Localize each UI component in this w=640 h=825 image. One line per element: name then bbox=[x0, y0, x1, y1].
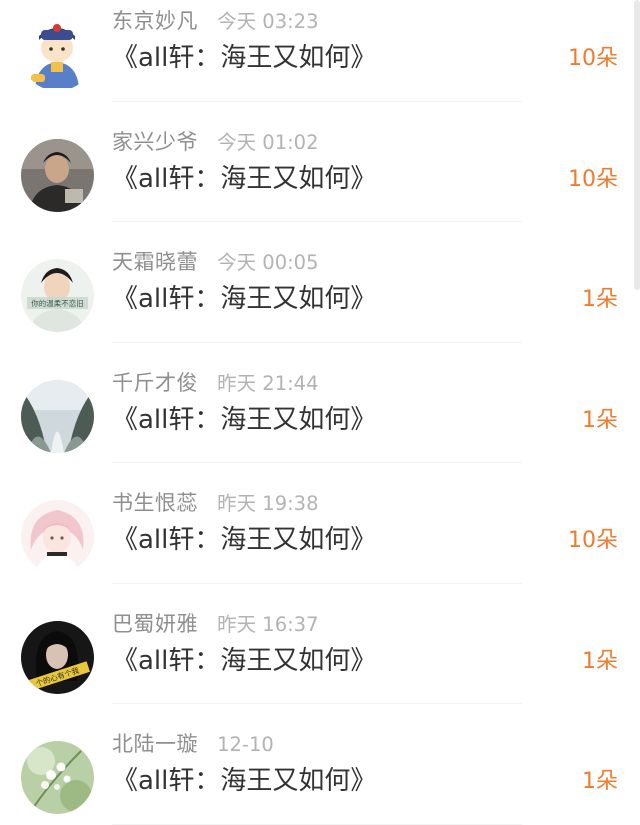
list-item[interactable]: 个的心有个我 巴蜀妍雅 昨天 16:37 《all轩：海王又如何》 1朵 bbox=[0, 584, 640, 704]
book-title[interactable]: 《all轩：海王又如何》 bbox=[112, 641, 376, 681]
flower-count: 1朵 bbox=[582, 769, 618, 794]
item-meta: 东京妙凡 今天 03:23 bbox=[112, 5, 319, 37]
book-title[interactable]: 《all轩：海王又如何》 bbox=[112, 38, 376, 78]
flower-count: 1朵 bbox=[582, 407, 618, 433]
list-item[interactable]: 北陆一璇 12-10 《all轩：海王又如何》 1朵 bbox=[0, 704, 640, 825]
book-title[interactable]: 《all轩：海王又如何》 bbox=[112, 761, 376, 801]
portrait-with-caption-avatar-icon[interactable]: 你的温柔不恋旧 bbox=[21, 259, 94, 332]
white-flowers-avatar-icon[interactable] bbox=[21, 741, 94, 814]
list-item[interactable]: 东京妙凡 今天 03:23 《all轩：海王又如何》 10朵 bbox=[0, 0, 640, 102]
book-title[interactable]: 《all轩：海王又如何》 bbox=[112, 159, 376, 199]
flower-count: 1朵 bbox=[582, 287, 618, 312]
item-meta: 巴蜀妍雅 昨天 16:37 bbox=[112, 608, 319, 640]
list-item[interactable]: 家兴少爷 今天 01:02 《all轩：海王又如何》 10朵 bbox=[0, 102, 640, 222]
user-name[interactable]: 北陆一璇 bbox=[112, 732, 198, 756]
gift-list: 东京妙凡 今天 03:23 《all轩：海王又如何》 10朵 家兴少爷 今天 0… bbox=[0, 0, 640, 825]
timestamp: 12-10 bbox=[217, 733, 274, 756]
dark-portrait-avatar-icon[interactable]: 个的心有个我 bbox=[21, 620, 94, 694]
avatar-caption: 你的温柔不恋旧 bbox=[31, 298, 84, 308]
book-title[interactable]: 《all轩：海王又如何》 bbox=[112, 279, 376, 319]
portrait-photo-avatar-icon[interactable] bbox=[21, 138, 94, 212]
flower-count: 10朵 bbox=[568, 46, 618, 71]
timestamp: 今天 01:02 bbox=[217, 130, 319, 154]
cartoon-prince-avatar-icon[interactable] bbox=[21, 18, 94, 91]
timestamp: 昨天 21:44 bbox=[217, 371, 319, 395]
item-meta: 千斤才俊 昨天 21:44 bbox=[112, 367, 319, 399]
item-meta: 北陆一璇 12-10 bbox=[112, 728, 274, 760]
anime-girl-avatar-icon[interactable] bbox=[21, 500, 94, 573]
user-name[interactable]: 巴蜀妍雅 bbox=[112, 612, 198, 636]
list-item[interactable]: 千斤才俊 昨天 21:44 《all轩：海王又如何》 1朵 bbox=[0, 343, 640, 463]
divider bbox=[112, 823, 522, 825]
flower-count: 10朵 bbox=[568, 528, 618, 553]
book-title[interactable]: 《all轩：海王又如何》 bbox=[112, 520, 376, 560]
user-name[interactable]: 千斤才俊 bbox=[112, 371, 198, 395]
list-item[interactable]: 你的温柔不恋旧 天霜晓蕾 今天 00:05 《all轩：海王又如何》 1朵 bbox=[0, 222, 640, 343]
timestamp: 昨天 19:38 bbox=[217, 492, 319, 515]
user-name[interactable]: 东京妙凡 bbox=[112, 9, 198, 33]
user-name[interactable]: 天霜晓蕾 bbox=[112, 250, 198, 274]
timestamp: 昨天 16:37 bbox=[217, 612, 319, 636]
snowy-forest-avatar-icon[interactable] bbox=[21, 379, 94, 453]
list-item[interactable]: 书生恨蕊 昨天 19:38 《all轩：海王又如何》 10朵 bbox=[0, 463, 640, 584]
user-name[interactable]: 家兴少爷 bbox=[112, 130, 198, 154]
item-meta: 天霜晓蕾 今天 00:05 bbox=[112, 246, 319, 278]
timestamp: 今天 03:23 bbox=[217, 10, 319, 33]
book-title[interactable]: 《all轩：海王又如何》 bbox=[112, 400, 376, 440]
flower-count: 1朵 bbox=[582, 648, 618, 674]
flower-count: 10朵 bbox=[568, 166, 618, 192]
item-meta: 家兴少爷 今天 01:02 bbox=[112, 126, 319, 158]
user-name[interactable]: 书生恨蕊 bbox=[112, 491, 198, 515]
timestamp: 今天 00:05 bbox=[217, 251, 319, 274]
item-meta: 书生恨蕊 昨天 19:38 bbox=[112, 487, 319, 519]
